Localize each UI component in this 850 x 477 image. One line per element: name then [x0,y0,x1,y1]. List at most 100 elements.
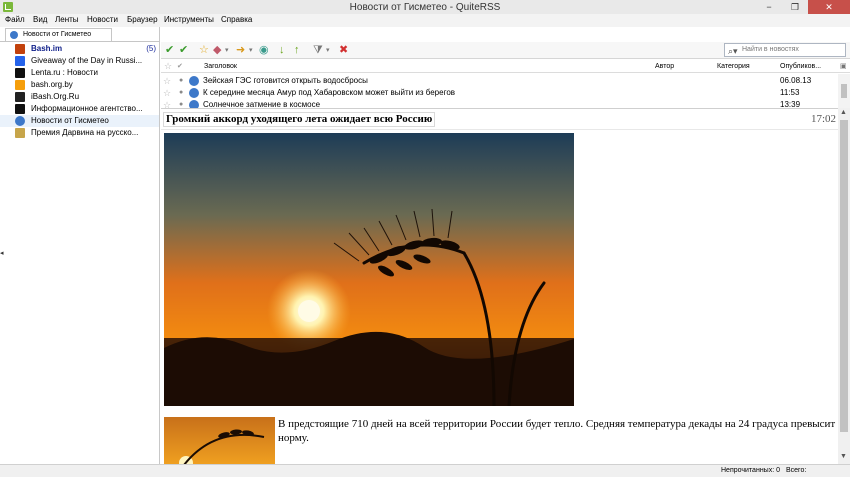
news-title: Зейская ГЭС готовится открыть водосбросы [203,76,368,85]
gismeteo-icon [189,100,199,108]
scroll-up-icon[interactable]: ▲ [840,109,847,116]
scroll-down-icon[interactable]: ▼ [840,453,847,460]
mark-read-icon[interactable]: ✔ [165,44,174,57]
filter-icon[interactable]: ⧩ [313,44,323,57]
unread-count: (5) [146,44,156,53]
feed-label: Lenta.ru : Новости [31,68,98,77]
chevron-down-icon[interactable]: ▾ [326,44,330,57]
status-bar: Непрочитанных: 0 Всего: [0,464,850,477]
tab-current-feed[interactable]: Новости от Гисметео [5,28,112,41]
menu-bar: Файл Вид Ленты Новости Браузер Инструмен… [0,14,850,27]
feed-label: Giveaway of the Day in Russi... [31,56,143,65]
read-column-icon[interactable]: ✔ [177,60,183,73]
list-item[interactable]: ☆ ● Солнечное затмение в космосе 13:39 [161,99,838,108]
list-item[interactable]: ☆ ● Зейская ГЭС готовится открыть водосб… [161,75,838,87]
unread-dot-icon[interactable]: ● [179,87,183,99]
search-placeholder: Найти в новостях [742,46,799,53]
scroll-thumb[interactable] [841,84,847,98]
minimize-button[interactable]: − [756,0,782,14]
news-title: Солнечное затмение в космосе [203,100,321,108]
browser-icon[interactable]: ◉ [259,44,269,57]
gismeteo-icon [10,31,18,39]
columns-menu-icon[interactable]: ▣ [840,60,847,73]
news-date: 11:53 [780,88,800,97]
gismeteo-icon [15,116,25,126]
unread-dot-icon[interactable]: ● [179,99,183,108]
feed-label: iBash.Org.Ru [31,92,80,101]
previous-up-icon[interactable]: ↑ [294,44,300,57]
list-item[interactable]: ☆ ● К середине месяца Амур под Хабаровск… [161,87,838,99]
next-down-icon[interactable]: ↓ [279,44,285,57]
agency-icon [15,104,25,114]
gismeteo-icon [189,88,199,98]
unread-status: Непрочитанных: 0 [721,467,780,474]
bash-icon [15,44,25,54]
total-status: Всего: [786,467,807,474]
menu-tools[interactable]: Инструменты [164,15,214,24]
menu-view[interactable]: Вид [33,15,47,24]
scroll-thumb[interactable] [840,120,848,432]
news-title: К середине месяца Амур под Хабаровском м… [203,88,456,97]
darwin-icon [15,128,25,138]
feed-item-lenta[interactable]: Lenta.ru : Новости [15,67,160,79]
news-toolbar: ✔ ✔ ☆ ◆ ▾ ➜ ▾ ◉ ↓ ↑ ⧩ ▾ ✖ ⌕▾ Найти в нов… [161,42,850,59]
news-list-header: ☆ ✔ Заголовок Автор Категория Опубликов.… [161,60,850,73]
news-date: 13:39 [780,100,801,108]
collapse-sidebar-icon[interactable]: ◂ [0,249,4,257]
feed-label: bash.org.by [31,80,73,89]
feeds-sidebar: Новости от Гисметео Bash.im (5) Giveaway… [0,27,160,464]
share-icon[interactable]: ➜ [236,44,245,57]
star-icon[interactable]: ☆ [163,99,171,108]
rss-icon [15,80,25,90]
feed-label: Новости от Гисметео [31,116,109,125]
feed-item-bash[interactable]: Bash.im (5) [15,43,160,55]
giveaway-icon [15,56,25,66]
ibash-icon [15,92,25,102]
article-time: 17:02 [810,113,836,125]
star-icon[interactable]: ☆ [163,87,171,99]
news-list: ☆ ● Зейская ГЭС готовится открыть водосб… [161,74,838,108]
menu-help[interactable]: Справка [221,15,252,24]
menu-file[interactable]: Файл [5,15,25,24]
tab-label: Новости от Гисметео [23,31,92,38]
menu-feeds[interactable]: Ленты [55,15,79,24]
feed-item-darwin[interactable]: Премия Дарвина на русско... [15,127,160,139]
lenta-icon [15,68,25,78]
article-body: В предстоящие 710 дней на всей территори… [278,418,836,444]
mark-all-read-icon[interactable]: ✔ [179,44,188,57]
feed-item-giveaway[interactable]: Giveaway of the Day in Russi... [15,55,160,67]
news-list-scrollbar[interactable] [838,74,850,108]
delete-icon[interactable]: ✖ [339,44,348,57]
article-scrollbar[interactable]: ▲ ▼ [838,108,850,464]
column-category[interactable]: Категория [717,60,750,73]
close-button[interactable]: ✕ [808,0,850,14]
star-icon[interactable]: ☆ [199,44,209,57]
article-divider [161,129,838,130]
search-icon: ⌕▾ [728,46,738,56]
search-input[interactable]: ⌕▾ Найти в новостях [724,43,846,57]
feed-item-bash-org-by[interactable]: bash.org.by [15,79,160,91]
unread-dot-icon[interactable]: ● [179,75,183,87]
star-column-icon[interactable]: ☆ [164,60,172,73]
column-published[interactable]: Опубликов... [780,60,821,73]
feed-item-ibash[interactable]: iBash.Org.Ru [15,91,160,103]
wheat-sunset-photo [164,133,574,406]
label-icon[interactable]: ◆ [213,44,221,57]
window-title: Новости от Гисметео - QuiteRSS [349,2,501,13]
article-title[interactable]: Громкий аккорд уходящего лета ожидает вс… [163,112,436,127]
news-date: 06.08.13 [780,76,812,85]
column-title[interactable]: Заголовок [204,60,237,73]
menu-news[interactable]: Новости [87,15,118,24]
chevron-down-icon[interactable]: ▾ [249,44,253,57]
menu-browser[interactable]: Браузер [127,15,158,24]
chevron-down-icon[interactable]: ▾ [225,44,229,57]
maximize-button[interactable]: ❐ [782,0,808,14]
feed-item-agency[interactable]: Информационное агентство... [15,103,160,115]
column-author[interactable]: Автор [655,60,674,73]
tab-divider [0,41,160,42]
star-icon[interactable]: ☆ [163,75,171,87]
feed-item-gismeteo[interactable]: Новости от Гисметео [0,115,159,127]
title-bar: Новости от Гисметео - QuiteRSS − ❐ ✕ [0,0,850,14]
feed-label: Bash.im [31,44,63,53]
wheat-sunset-thumbnail [164,417,275,464]
